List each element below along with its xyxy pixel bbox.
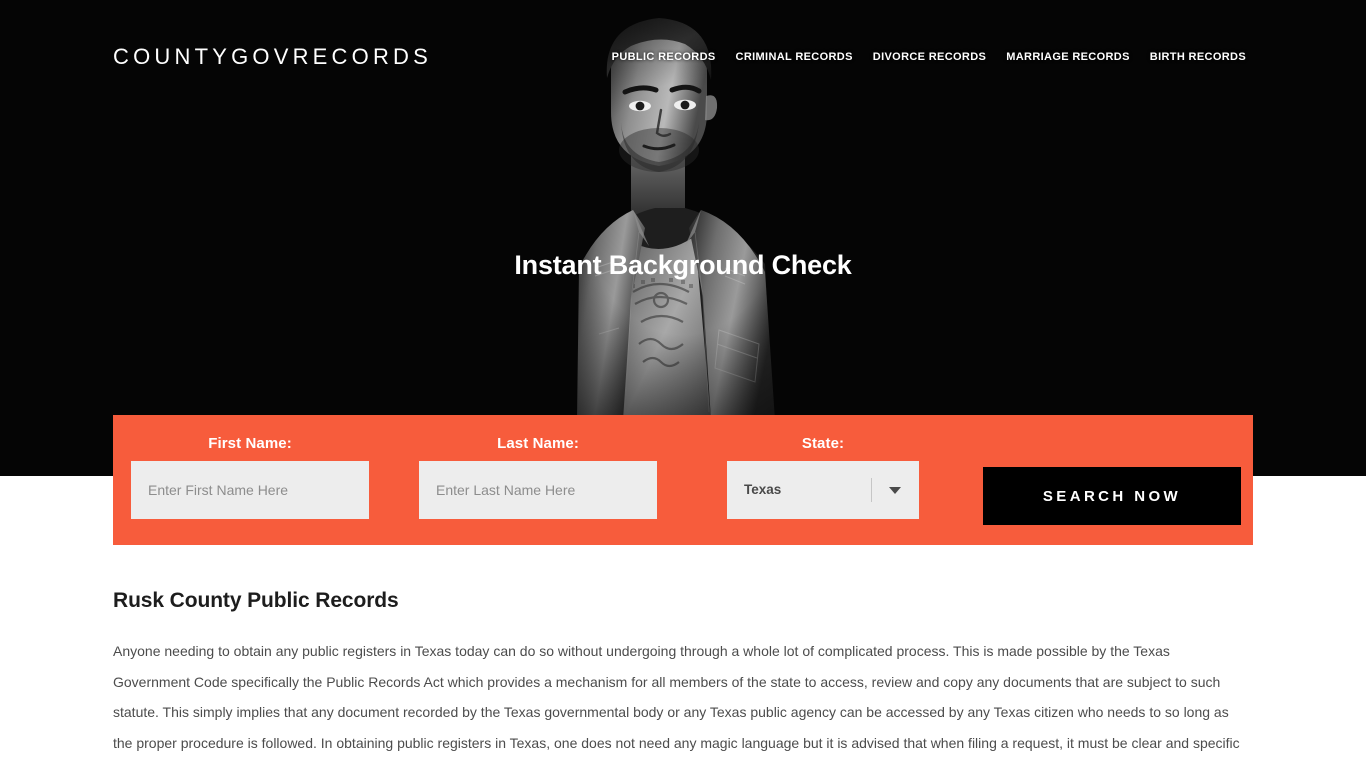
page-title: Rusk County Public Records	[113, 589, 399, 612]
chevron-down-icon	[889, 487, 901, 494]
main-content: Rusk County Public Records Anyone needin…	[113, 589, 1241, 768]
first-name-field-group: First Name:	[131, 435, 369, 519]
nav-link-public-records[interactable]: PUBLIC RECORDS	[612, 51, 716, 63]
nav-link-birth-records[interactable]: BIRTH RECORDS	[1150, 51, 1246, 63]
site-logo[interactable]: COUNTYGOVRECORDS	[113, 44, 432, 70]
state-selected-value: Texas	[744, 482, 782, 497]
first-name-input[interactable]	[131, 461, 369, 519]
state-label: State:	[801, 435, 845, 452]
first-name-label: First Name:	[208, 435, 292, 452]
background-check-search-form: First Name: Last Name: State: Texas SEAR…	[113, 415, 1253, 545]
intro-paragraph: Anyone needing to obtain any public regi…	[113, 643, 1240, 768]
nav-link-marriage-records[interactable]: MARRIAGE RECORDS	[1006, 51, 1130, 63]
search-now-button[interactable]: SEARCH NOW	[983, 467, 1241, 525]
hero-title: Instant Background Check	[514, 250, 852, 280]
site-header: COUNTYGOVRECORDS PUBLIC RECORDS CRIMINAL…	[0, 0, 1366, 116]
state-select[interactable]: Texas	[727, 461, 919, 519]
select-divider	[871, 478, 872, 502]
last-name-input[interactable]	[419, 461, 657, 519]
state-field-group: State: Texas	[727, 435, 919, 519]
nav-link-divorce-records[interactable]: DIVORCE RECORDS	[873, 51, 986, 63]
main-navigation: PUBLIC RECORDS CRIMINAL RECORDS DIVORCE …	[612, 51, 1246, 63]
last-name-label: Last Name:	[497, 435, 579, 452]
last-name-field-group: Last Name:	[419, 435, 657, 519]
nav-link-criminal-records[interactable]: CRIMINAL RECORDS	[736, 51, 853, 63]
